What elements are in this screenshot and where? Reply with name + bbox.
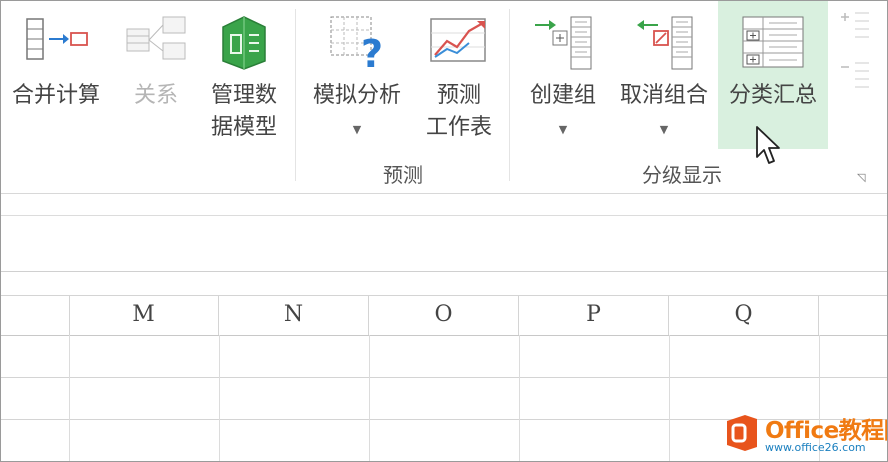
what-if-icon: ? (325, 13, 389, 77)
grid-col-line (219, 335, 220, 461)
ungroup-rows-icon (632, 13, 696, 79)
what-if-analysis-button[interactable]: ? 模拟分析 ▼ (301, 1, 413, 161)
relationships-label: 关系 (133, 83, 178, 108)
window: 合并计算 关系 管理数 据模型 ? 模拟分析 ▼ 预测 工作表 预测 创建组 ▼… (0, 0, 888, 462)
group-label: 创建组 (529, 83, 596, 108)
mouse-cursor-icon (755, 125, 783, 171)
relationships-button[interactable]: 关系 (115, 1, 197, 161)
watermark-brand: Office教程网 (765, 418, 887, 444)
svg-text:?: ? (361, 32, 383, 71)
column-header-q[interactable]: Q (669, 295, 819, 335)
grid-col-line (519, 335, 520, 461)
forecast-sheet-button[interactable]: 预测 工作表 (415, 1, 503, 161)
relationships-icon (123, 13, 189, 71)
forecast-label-line1: 预测 (436, 83, 481, 108)
manage-data-model-button[interactable]: 管理数 据模型 (199, 1, 289, 161)
what-if-label: 模拟分析 (312, 83, 401, 108)
what-if-dropdown-caret-icon[interactable]: ▼ (353, 123, 361, 136)
group-label-forecast: 预测 (383, 163, 423, 187)
ungroup-dropdown-caret-icon[interactable]: ▼ (660, 123, 668, 136)
data-model-icon (213, 13, 275, 77)
forecast-sheet-icon (427, 13, 491, 75)
formula-bar-divider (1, 271, 887, 272)
column-header-bottom-border (1, 335, 887, 336)
watermark-url: www.office26.com (765, 441, 866, 454)
ungroup-label: 取消组合 (619, 83, 708, 108)
consolidate-icon (21, 13, 91, 71)
ribbon-bottom-divider (1, 215, 887, 216)
dialog-launcher-icon[interactable]: ◹ (857, 171, 865, 184)
data-model-label-line1: 管理数 (210, 83, 277, 108)
consolidate-label: 合并计算 (11, 83, 100, 108)
column-header-m[interactable]: M (69, 295, 219, 335)
grid-row-line (1, 377, 887, 378)
group-button[interactable]: 创建组 ▼ (517, 1, 609, 161)
consolidate-button[interactable]: 合并计算 (1, 1, 111, 161)
hide-detail-button[interactable] (839, 59, 873, 93)
data-model-label-line2: 据模型 (210, 115, 277, 140)
subtotal-label: 分类汇总 (728, 83, 817, 108)
forecast-label-line2: 工作表 (425, 115, 492, 140)
group-separator (509, 9, 510, 181)
column-header-p[interactable]: P (519, 295, 669, 335)
office-logo-icon (727, 415, 757, 451)
ungroup-button[interactable]: 取消组合 ▼ (611, 1, 717, 161)
group-dropdown-caret-icon[interactable]: ▼ (559, 123, 567, 136)
column-header-spacer (1, 295, 70, 335)
grid-col-line (669, 335, 670, 461)
group-rows-icon (531, 13, 595, 79)
grid-col-line (369, 335, 370, 461)
show-detail-button[interactable] (839, 9, 873, 43)
group-label-outline: 分级显示 (642, 163, 722, 187)
show-detail-icon (841, 12, 869, 38)
subtotal-icon (739, 13, 807, 77)
column-header-o[interactable]: O (369, 295, 519, 335)
group-separator (295, 9, 296, 181)
ribbon: 合并计算 关系 管理数 据模型 ? 模拟分析 ▼ 预测 工作表 预测 创建组 ▼… (1, 1, 887, 194)
grid-col-line (69, 335, 70, 461)
hide-detail-icon (841, 62, 869, 88)
column-header-n[interactable]: N (219, 295, 369, 335)
